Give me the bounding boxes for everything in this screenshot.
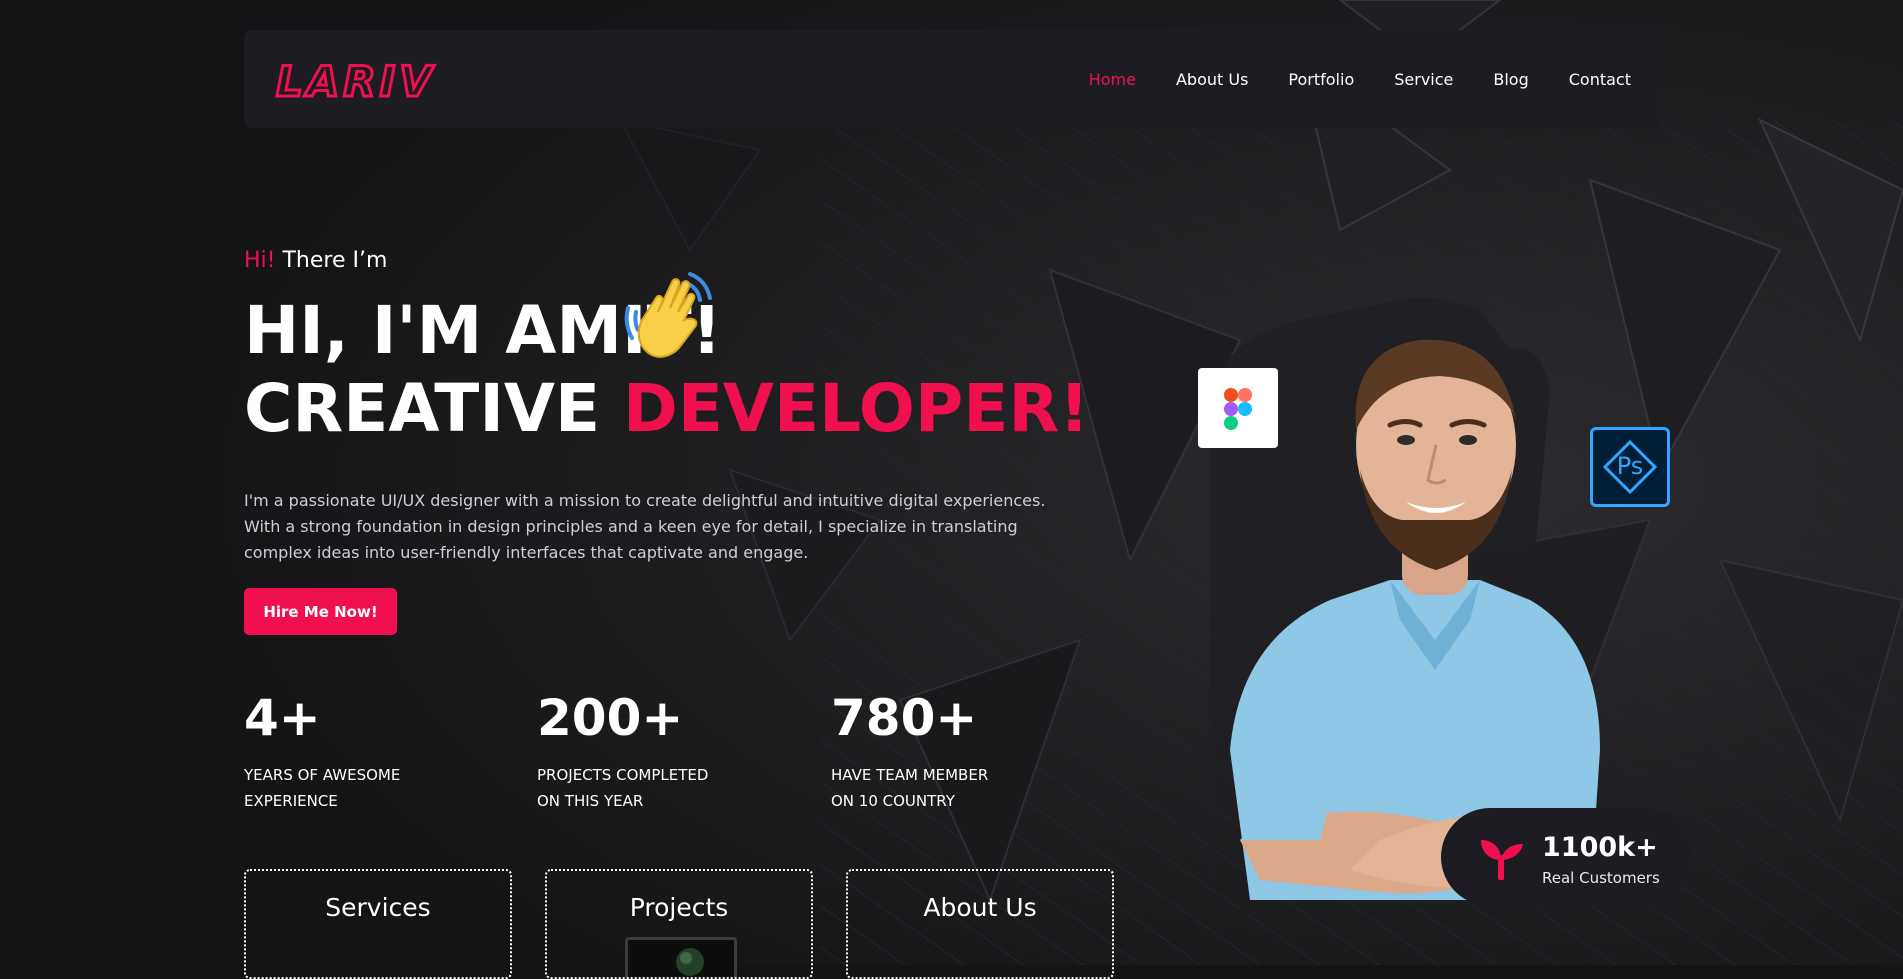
brand-logo[interactable]: LARIV — [274, 54, 448, 109]
nav-home[interactable]: Home — [1089, 70, 1136, 89]
svg-text:LARIV: LARIV — [276, 57, 436, 104]
card-services[interactable]: Services — [244, 869, 512, 979]
sprout-icon — [1479, 834, 1525, 885]
photoshop-label: Ps — [1616, 452, 1644, 480]
headline-line2: CREATIVE DEVELOPER! — [244, 370, 1089, 448]
customers-label: Real Customers — [1542, 869, 1660, 887]
card-projects[interactable]: Projects — [545, 869, 813, 979]
stat-value: 780+ — [831, 689, 978, 747]
stat-projects: 200+ PROJECTS COMPLETED ON THIS YEAR — [537, 688, 708, 814]
stat-label-line2: ON 10 COUNTRY — [831, 792, 955, 810]
hero-intro-text: I'm a passionate UI/UX designer with a m… — [244, 491, 1046, 562]
project-thumbnail — [625, 937, 737, 977]
stat-value: 4+ — [244, 689, 321, 747]
stat-label-line2: ON THIS YEAR — [537, 792, 644, 810]
greeting-hi: Hi! — [244, 248, 276, 273]
waving-hand-icon — [620, 268, 716, 369]
hire-me-button[interactable]: Hire Me Now! — [244, 588, 397, 635]
card-title: About Us — [923, 893, 1037, 922]
customers-badge: 1100k+ Real Customers — [1441, 808, 1693, 906]
stat-label-line1: PROJECTS COMPLETED — [537, 766, 709, 784]
card-title: Services — [325, 893, 431, 922]
stat-value: 200+ — [537, 689, 684, 747]
stat-team: 780+ HAVE TEAM MEMBER ON 10 COUNTRY — [831, 688, 988, 814]
hero-greeting: Hi! There I’m — [244, 248, 387, 273]
card-about-us[interactable]: About Us — [846, 869, 1114, 979]
stat-experience: 4+ YEARS OF AWESOME EXPERIENCE — [244, 688, 400, 814]
top-navbar: LARIV Home About Us Portfolio Service Bl… — [244, 30, 1661, 128]
nav-blog[interactable]: Blog — [1493, 70, 1528, 89]
nav-menu: Home About Us Portfolio Service Blog Con… — [1049, 30, 1631, 128]
figma-icon — [1198, 368, 1278, 448]
card-title: Projects — [629, 893, 729, 922]
stat-label-line2: EXPERIENCE — [244, 792, 338, 810]
photoshop-icon: Ps — [1590, 427, 1670, 507]
headline-developer: DEVELOPER! — [623, 370, 1090, 447]
nav-about-us[interactable]: About Us — [1176, 70, 1248, 89]
stat-label-line1: HAVE TEAM MEMBER — [831, 766, 989, 784]
nav-contact[interactable]: Contact — [1569, 70, 1631, 89]
nav-service[interactable]: Service — [1394, 70, 1453, 89]
greeting-rest: There I’m — [282, 248, 388, 273]
headline-creative: CREATIVE — [244, 370, 601, 447]
nav-portfolio[interactable]: Portfolio — [1288, 70, 1354, 89]
stat-label-line1: YEARS OF AWESOME — [244, 766, 401, 784]
customers-count: 1100k+ — [1542, 832, 1658, 863]
